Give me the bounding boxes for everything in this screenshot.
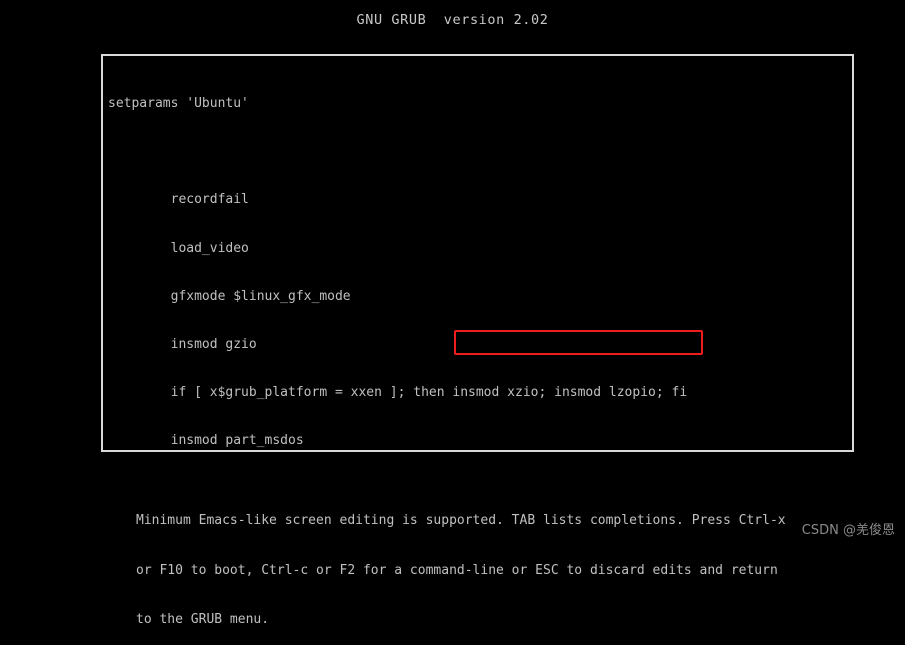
config-line: recordfail xyxy=(108,192,249,208)
config-line: gfxmode $linux_gfx_mode xyxy=(108,288,351,304)
grub-edit-box[interactable]: setparams 'Ubuntu' recordfail load_video… xyxy=(101,54,854,452)
grub-config-text[interactable]: setparams 'Ubuntu' recordfail load_video… xyxy=(108,64,850,450)
page-title: GNU GRUB version 2.02 xyxy=(356,12,549,28)
config-line: setparams 'Ubuntu' xyxy=(108,96,249,112)
footer-help-text: Minimum Emacs-like screen editing is sup… xyxy=(136,480,836,645)
config-line: if [ x$grub_platform = xxen ]; then insm… xyxy=(108,384,688,400)
watermark: CSDN @羌俊恩 xyxy=(801,523,895,538)
config-line: load_video xyxy=(108,240,249,256)
config-line: insmod gzio xyxy=(108,336,257,352)
config-line: insmod part_msdos xyxy=(108,433,304,449)
help-line: to the GRUB menu. xyxy=(136,612,270,627)
config-line-blank xyxy=(108,144,850,160)
help-line: or F10 to boot, Ctrl-c or F2 for a comma… xyxy=(136,562,778,578)
help-line: Minimum Emacs-like screen editing is sup… xyxy=(136,513,786,528)
